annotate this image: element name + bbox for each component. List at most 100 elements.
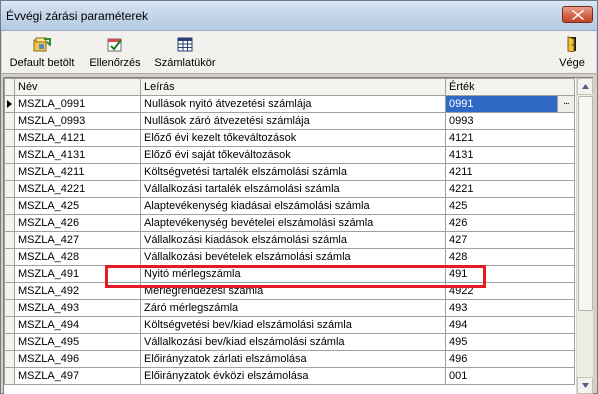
cell-nev[interactable]: MSZLA_494 xyxy=(14,316,141,334)
cell-nev[interactable]: MSZLA_4121 xyxy=(14,129,141,147)
table-row[interactable]: MSZLA_4211 Költségvetési tartalék elszámo… xyxy=(4,163,575,181)
cell-nev[interactable]: MSZLA_496 xyxy=(14,350,141,368)
cell-ertek[interactable]: 4121 xyxy=(445,129,575,147)
row-indicator-cell[interactable] xyxy=(4,316,15,334)
cell-nev[interactable]: MSZLA_0991 xyxy=(14,95,141,113)
app-window: Évvégi zárási paraméterek Default betölt xyxy=(0,0,598,394)
column-header-nev[interactable]: Név xyxy=(14,78,141,96)
row-indicator-cell[interactable] xyxy=(4,163,15,181)
cell-leiras[interactable]: Vállalkozási kiadások elszámolási számla xyxy=(140,231,446,249)
cell-ertek[interactable]: 493 xyxy=(445,299,575,317)
scroll-down-button[interactable] xyxy=(577,377,593,394)
default-load-button[interactable]: Default betölt xyxy=(8,33,76,72)
table-row[interactable]: MSZLA_4131 Előző évi saját tőkeváltozások… xyxy=(4,146,575,164)
check-icon xyxy=(107,38,122,52)
row-indicator-cell[interactable] xyxy=(4,197,15,215)
cell-nev[interactable]: MSZLA_425 xyxy=(14,197,141,215)
row-indicator-cell[interactable] xyxy=(4,333,15,351)
cell-ertek-value: 0991 xyxy=(449,98,474,110)
scroll-up-arrow-icon xyxy=(582,84,589,89)
cell-nev[interactable]: MSZLA_426 xyxy=(14,214,141,232)
row-indicator-cell[interactable] xyxy=(4,112,15,130)
table-row[interactable]: MSZLA_428 Vállalkozási bevételek elszámol… xyxy=(4,248,575,266)
row-indicator-cell[interactable] xyxy=(4,146,15,164)
cell-nev[interactable]: MSZLA_427 xyxy=(14,231,141,249)
cell-leiras[interactable]: Költségvetési tartalék elszámolási száml… xyxy=(140,163,446,181)
cell-ertek[interactable]: 4131 xyxy=(445,146,575,164)
cell-ertek[interactable]: 001 xyxy=(445,367,575,385)
current-row-arrow-icon xyxy=(7,100,12,108)
cell-nev[interactable]: MSZLA_495 xyxy=(14,333,141,351)
cell-leiras[interactable]: Nullások nyitó átvezetési számlája xyxy=(140,95,446,113)
row-indicator-cell[interactable] xyxy=(4,129,15,147)
cell-nev[interactable]: MSZLA_4211 xyxy=(14,163,141,181)
title-bar[interactable]: Évvégi zárási paraméterek xyxy=(1,1,597,31)
row-indicator-cell[interactable] xyxy=(4,367,15,385)
cell-ertek[interactable]: 428 xyxy=(445,248,575,266)
row-indicator-cell[interactable] xyxy=(4,299,15,317)
exit-button[interactable]: Vége xyxy=(554,33,590,72)
table-row[interactable]: MSZLA_0993 Nullások záró átvezetési száml… xyxy=(4,112,575,130)
cell-leiras[interactable]: Előző évi kezelt tőkeváltozások xyxy=(140,129,446,147)
cell-nev[interactable]: MSZLA_493 xyxy=(14,299,141,317)
scroll-up-button[interactable] xyxy=(577,78,593,95)
ellipsis-lookup-button[interactable]: ... xyxy=(557,96,574,112)
row-indicator-cell[interactable] xyxy=(4,95,15,113)
cell-leiras[interactable]: Előző évi saját tőkeváltozások xyxy=(140,146,446,164)
table-row[interactable]: MSZLA_497 Előirányzatok évközi elszámolás… xyxy=(4,367,575,385)
cell-leiras[interactable]: Alaptevékenység kiadásai elszámolási szá… xyxy=(140,197,446,215)
chart-of-accounts-button[interactable]: Számlatükör xyxy=(152,33,218,72)
cell-ertek[interactable]: 0993 xyxy=(445,112,575,130)
table-row[interactable]: MSZLA_495 Vállalkozási bev/kiad elszámolá… xyxy=(4,333,575,351)
row-indicator-cell[interactable] xyxy=(4,350,15,368)
cell-ertek[interactable]: 426 xyxy=(445,214,575,232)
load-defaults-icon xyxy=(33,37,51,52)
cell-ertek[interactable]: 495 xyxy=(445,333,575,351)
table-row[interactable]: MSZLA_493 Záró mérlegszámla 493 xyxy=(4,299,575,317)
cell-leiras[interactable]: Alaptevékenység bevételei elszámolási sz… xyxy=(140,214,446,232)
cell-leiras[interactable]: Vállalkozási bev/kiad elszámolási számla xyxy=(140,333,446,351)
table-row[interactable]: MSZLA_494 Költségvetési bev/kiad elszámol… xyxy=(4,316,575,334)
row-indicator-cell[interactable] xyxy=(4,248,15,266)
cell-nev[interactable]: MSZLA_4221 xyxy=(14,180,141,198)
scrollbar-thumb[interactable] xyxy=(578,96,593,311)
vertical-scrollbar[interactable] xyxy=(576,78,593,394)
table-row[interactable]: MSZLA_4221 Vállalkozási tartalék elszámol… xyxy=(4,180,575,198)
cell-leiras[interactable]: Vállalkozási tartalék elszámolási számla xyxy=(140,180,446,198)
cell-ertek[interactable]: 427 xyxy=(445,231,575,249)
table-row[interactable]: MSZLA_496 Előirányzatok zárlati elszámolá… xyxy=(4,350,575,368)
cell-leiras[interactable]: Előirányzatok zárlati elszámolása xyxy=(140,350,446,368)
toolbar: Default betölt Ellenőrzés Számlatükör Vé… xyxy=(2,31,596,74)
row-indicator-cell[interactable] xyxy=(4,265,15,283)
cell-leiras[interactable]: Záró mérlegszámla xyxy=(140,299,446,317)
check-button[interactable]: Ellenőrzés xyxy=(86,33,144,72)
cell-ertek[interactable]: 4211 xyxy=(445,163,575,181)
cell-leiras[interactable]: Költségvetési bev/kiad elszámolási száml… xyxy=(140,316,446,334)
column-header-ertek[interactable]: Érték xyxy=(445,78,575,96)
cell-ertek[interactable]: 425 xyxy=(445,197,575,215)
cell-ertek[interactable]: 496 xyxy=(445,350,575,368)
cell-nev[interactable]: MSZLA_4131 xyxy=(14,146,141,164)
annotation-highlight-box xyxy=(105,265,486,288)
cell-ertek-selected[interactable]: 0991... xyxy=(445,95,575,113)
cell-ertek[interactable]: 494 xyxy=(445,316,575,334)
table-row[interactable]: MSZLA_425 Alaptevékenység kiadásai elszám… xyxy=(4,197,575,215)
cell-nev[interactable]: MSZLA_0993 xyxy=(14,112,141,130)
table-row[interactable]: MSZLA_426 Alaptevékenység bevételei elszá… xyxy=(4,214,575,232)
row-indicator-cell[interactable] xyxy=(4,231,15,249)
table-row[interactable]: MSZLA_0991 Nullások nyitó átvezetési szám… xyxy=(4,95,575,113)
cell-leiras[interactable]: Vállalkozási bevételek elszámolási száml… xyxy=(140,248,446,266)
cell-leiras[interactable]: Előirányzatok évközi elszámolása xyxy=(140,367,446,385)
table-row[interactable]: MSZLA_4121 Előző évi kezelt tőkeváltozáso… xyxy=(4,129,575,147)
column-header-leiras[interactable]: Leírás xyxy=(140,78,446,96)
cell-nev[interactable]: MSZLA_497 xyxy=(14,367,141,385)
row-indicator-cell[interactable] xyxy=(4,282,15,300)
cell-nev[interactable]: MSZLA_428 xyxy=(14,248,141,266)
table-row[interactable]: MSZLA_427 Vállalkozási kiadások elszámolá… xyxy=(4,231,575,249)
close-button[interactable] xyxy=(562,6,593,23)
parameters-grid: Név Leírás Érték MSZLA_0991 Nullások nyit… xyxy=(3,77,593,394)
row-indicator-cell[interactable] xyxy=(4,180,15,198)
cell-leiras[interactable]: Nullások záró átvezetési számlája xyxy=(140,112,446,130)
cell-ertek[interactable]: 4221 xyxy=(445,180,575,198)
row-indicator-cell[interactable] xyxy=(4,214,15,232)
